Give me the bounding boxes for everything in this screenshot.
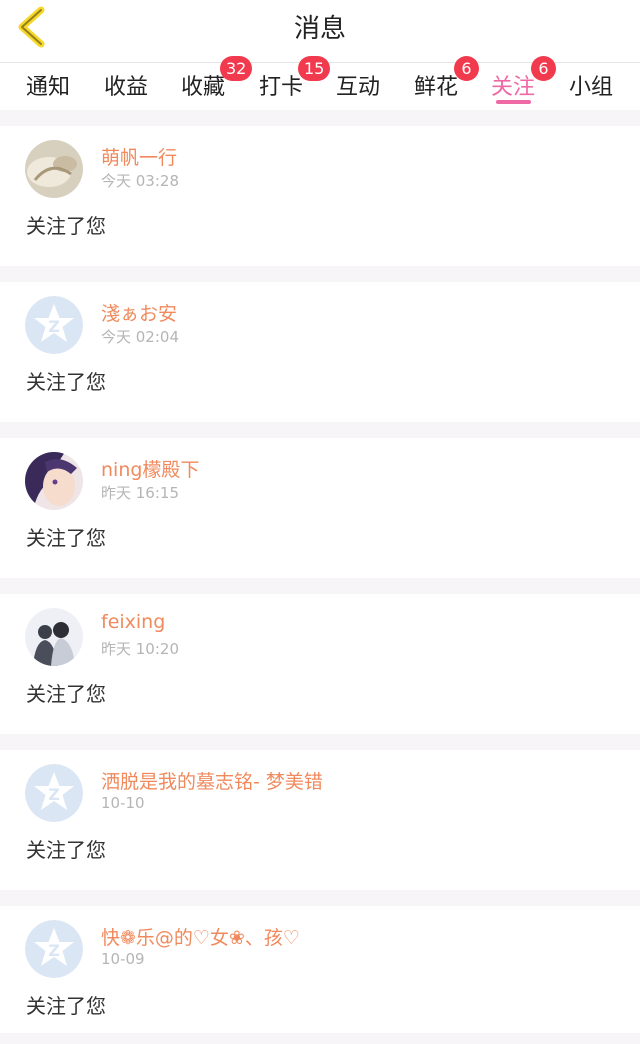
avatar[interactable]: Z <box>25 296 83 354</box>
timestamp: 10-10 <box>101 794 145 812</box>
tab-groups[interactable]: 小组 <box>569 69 613 101</box>
avatar-photo-icon <box>25 140 83 198</box>
notification-item[interactable]: ning檬殿下 昨天 16:15 关注了您 <box>0 438 640 578</box>
notification-item[interactable]: Z 快❁乐@的♡女❀、孩♡ 10-09 关注了您 <box>0 906 640 1033</box>
avatar[interactable] <box>25 452 83 510</box>
default-avatar-icon: Z <box>25 764 83 822</box>
username-link[interactable]: 淺ぁお安 <box>101 299 177 326</box>
badge-flowers: 6 <box>454 56 479 81</box>
notification-item[interactable]: 萌帆一行 今天 03:28 关注了您 <box>0 126 640 266</box>
avatar[interactable] <box>25 140 83 198</box>
badge-favorites: 32 <box>220 56 253 81</box>
username-link[interactable]: 快❁乐@的♡女❀、孩♡ <box>101 923 300 950</box>
page-title: 消息 <box>293 14 346 44</box>
tab-checkin[interactable]: 打卡 <box>259 69 303 101</box>
header-bar: 消息 <box>0 0 640 63</box>
timestamp: 今天 02:04 <box>101 328 179 346</box>
timestamp: 10-09 <box>101 950 145 968</box>
notification-text: 关注了您 <box>26 370 106 394</box>
avatar-anime-icon <box>25 452 83 510</box>
svg-text:Z: Z <box>48 317 60 336</box>
username-link[interactable]: feixing <box>101 611 165 633</box>
tab-favorites[interactable]: 收藏 <box>181 69 225 101</box>
username-link[interactable]: ning檬殿下 <box>101 455 199 482</box>
notification-item[interactable]: feixing 昨天 10:20 关注了您 <box>0 594 640 734</box>
active-tab-indicator <box>496 100 531 104</box>
tab-earnings[interactable]: 收益 <box>104 69 148 101</box>
svg-text:Z: Z <box>48 785 60 804</box>
badge-checkin: 15 <box>298 56 331 81</box>
notification-text: 关注了您 <box>26 994 106 1018</box>
tab-notice[interactable]: 通知 <box>26 69 70 101</box>
avatar-couple-icon <box>25 608 83 666</box>
badge-follow: 6 <box>531 56 556 81</box>
tab-interaction[interactable]: 互动 <box>336 69 380 101</box>
notification-text: 关注了您 <box>26 214 106 238</box>
notification-text: 关注了您 <box>26 526 106 550</box>
svg-text:Z: Z <box>48 941 60 960</box>
avatar[interactable] <box>25 608 83 666</box>
default-avatar-icon: Z <box>25 296 83 354</box>
avatar[interactable]: Z <box>25 920 83 978</box>
timestamp: 昨天 16:15 <box>101 484 179 502</box>
default-avatar-icon: Z <box>25 920 83 978</box>
tab-flowers[interactable]: 鲜花 <box>414 69 458 101</box>
username-link[interactable]: 萌帆一行 <box>101 143 177 170</box>
notification-item[interactable]: Z 淺ぁお安 今天 02:04 关注了您 <box>0 282 640 422</box>
username-link[interactable]: 洒脱是我的墓志铭- 梦美错 <box>101 767 323 794</box>
timestamp: 昨天 10:20 <box>101 640 179 658</box>
notification-text: 关注了您 <box>26 838 106 862</box>
avatar[interactable]: Z <box>25 764 83 822</box>
timestamp: 今天 03:28 <box>101 172 179 190</box>
notification-text: 关注了您 <box>26 682 106 706</box>
notification-item[interactable]: Z 洒脱是我的墓志铭- 梦美错 10-10 关注了您 <box>0 750 640 890</box>
tab-follow[interactable]: 关注 <box>491 69 535 101</box>
